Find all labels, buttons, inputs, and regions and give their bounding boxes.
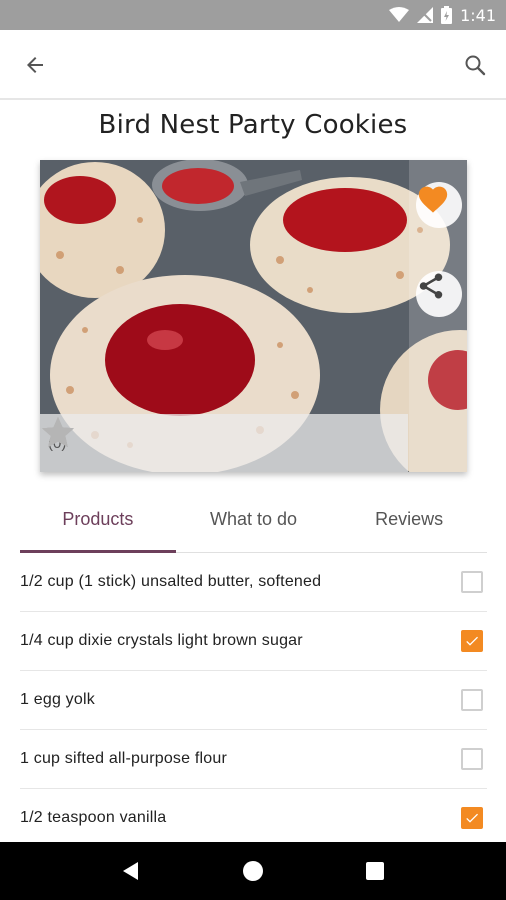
status-time: 1:41 (460, 5, 496, 25)
favorite-button[interactable] (416, 182, 462, 228)
ingredient-text: 1/2 cup (1 stick) unsalted butter, softe… (20, 573, 322, 590)
app-bar (0, 30, 506, 100)
arrow-left-icon (27, 57, 43, 73)
heart-icon (418, 186, 448, 213)
search-button[interactable] (458, 48, 492, 82)
recipe-photo: (0) (40, 160, 467, 472)
ingredient-checkbox[interactable] (461, 807, 483, 829)
status-icons: 1:41 (389, 0, 496, 30)
ingredient-checkbox[interactable] (461, 748, 483, 770)
tab-products[interactable]: Products (20, 495, 176, 553)
tab-what-to-do[interactable]: What to do (176, 495, 332, 552)
signal-icon (417, 7, 434, 23)
ingredient-checkbox[interactable] (461, 571, 483, 593)
ingredient-text: 1/2 teaspoon vanilla (20, 809, 167, 826)
share-icon (419, 273, 443, 299)
checkmark-icon (466, 813, 478, 823)
checkmark-icon (466, 636, 478, 646)
status-bar: 1:41 (0, 0, 506, 30)
ingredient-list: 1/2 cup (1 stick) unsalted butter, softe… (20, 553, 487, 848)
rating-bar: (0) (40, 414, 408, 472)
nav-home-button[interactable] (238, 856, 268, 886)
ingredient-checkbox[interactable] (461, 689, 483, 711)
share-button[interactable] (416, 271, 462, 317)
battery-icon (441, 6, 453, 24)
ingredient-text: 1 egg yolk (20, 691, 95, 708)
back-triangle-icon (123, 862, 138, 880)
tab-reviews[interactable]: Reviews (331, 495, 487, 552)
recents-square-icon (366, 862, 384, 880)
ingredient-row: 1/4 cup dixie crystals light brown sugar (20, 612, 487, 671)
ingredient-row: 1/2 teaspoon vanilla (20, 789, 487, 848)
nav-recents-button[interactable] (360, 856, 390, 886)
ingredient-row: 1 cup sifted all-purpose flour (20, 730, 487, 789)
ingredient-checkbox[interactable] (461, 630, 483, 652)
home-circle-icon (243, 861, 263, 881)
ingredient-text: 1/4 cup dixie crystals light brown sugar (20, 632, 303, 649)
ingredient-text: 1 cup sifted all-purpose flour (20, 750, 227, 767)
ingredient-row: 1/2 cup (1 stick) unsalted butter, softe… (20, 553, 487, 612)
recipe-title: Bird Nest Party Cookies (98, 110, 408, 140)
star-icon[interactable] (40, 414, 76, 450)
system-nav-bar (0, 842, 506, 900)
ingredient-row: 1 egg yolk (20, 671, 487, 730)
wifi-icon (389, 7, 410, 22)
search-icon (465, 55, 486, 76)
nav-back-button[interactable] (116, 856, 146, 886)
back-button[interactable] (18, 48, 52, 82)
recipe-tabs: Products What to do Reviews (20, 495, 487, 553)
